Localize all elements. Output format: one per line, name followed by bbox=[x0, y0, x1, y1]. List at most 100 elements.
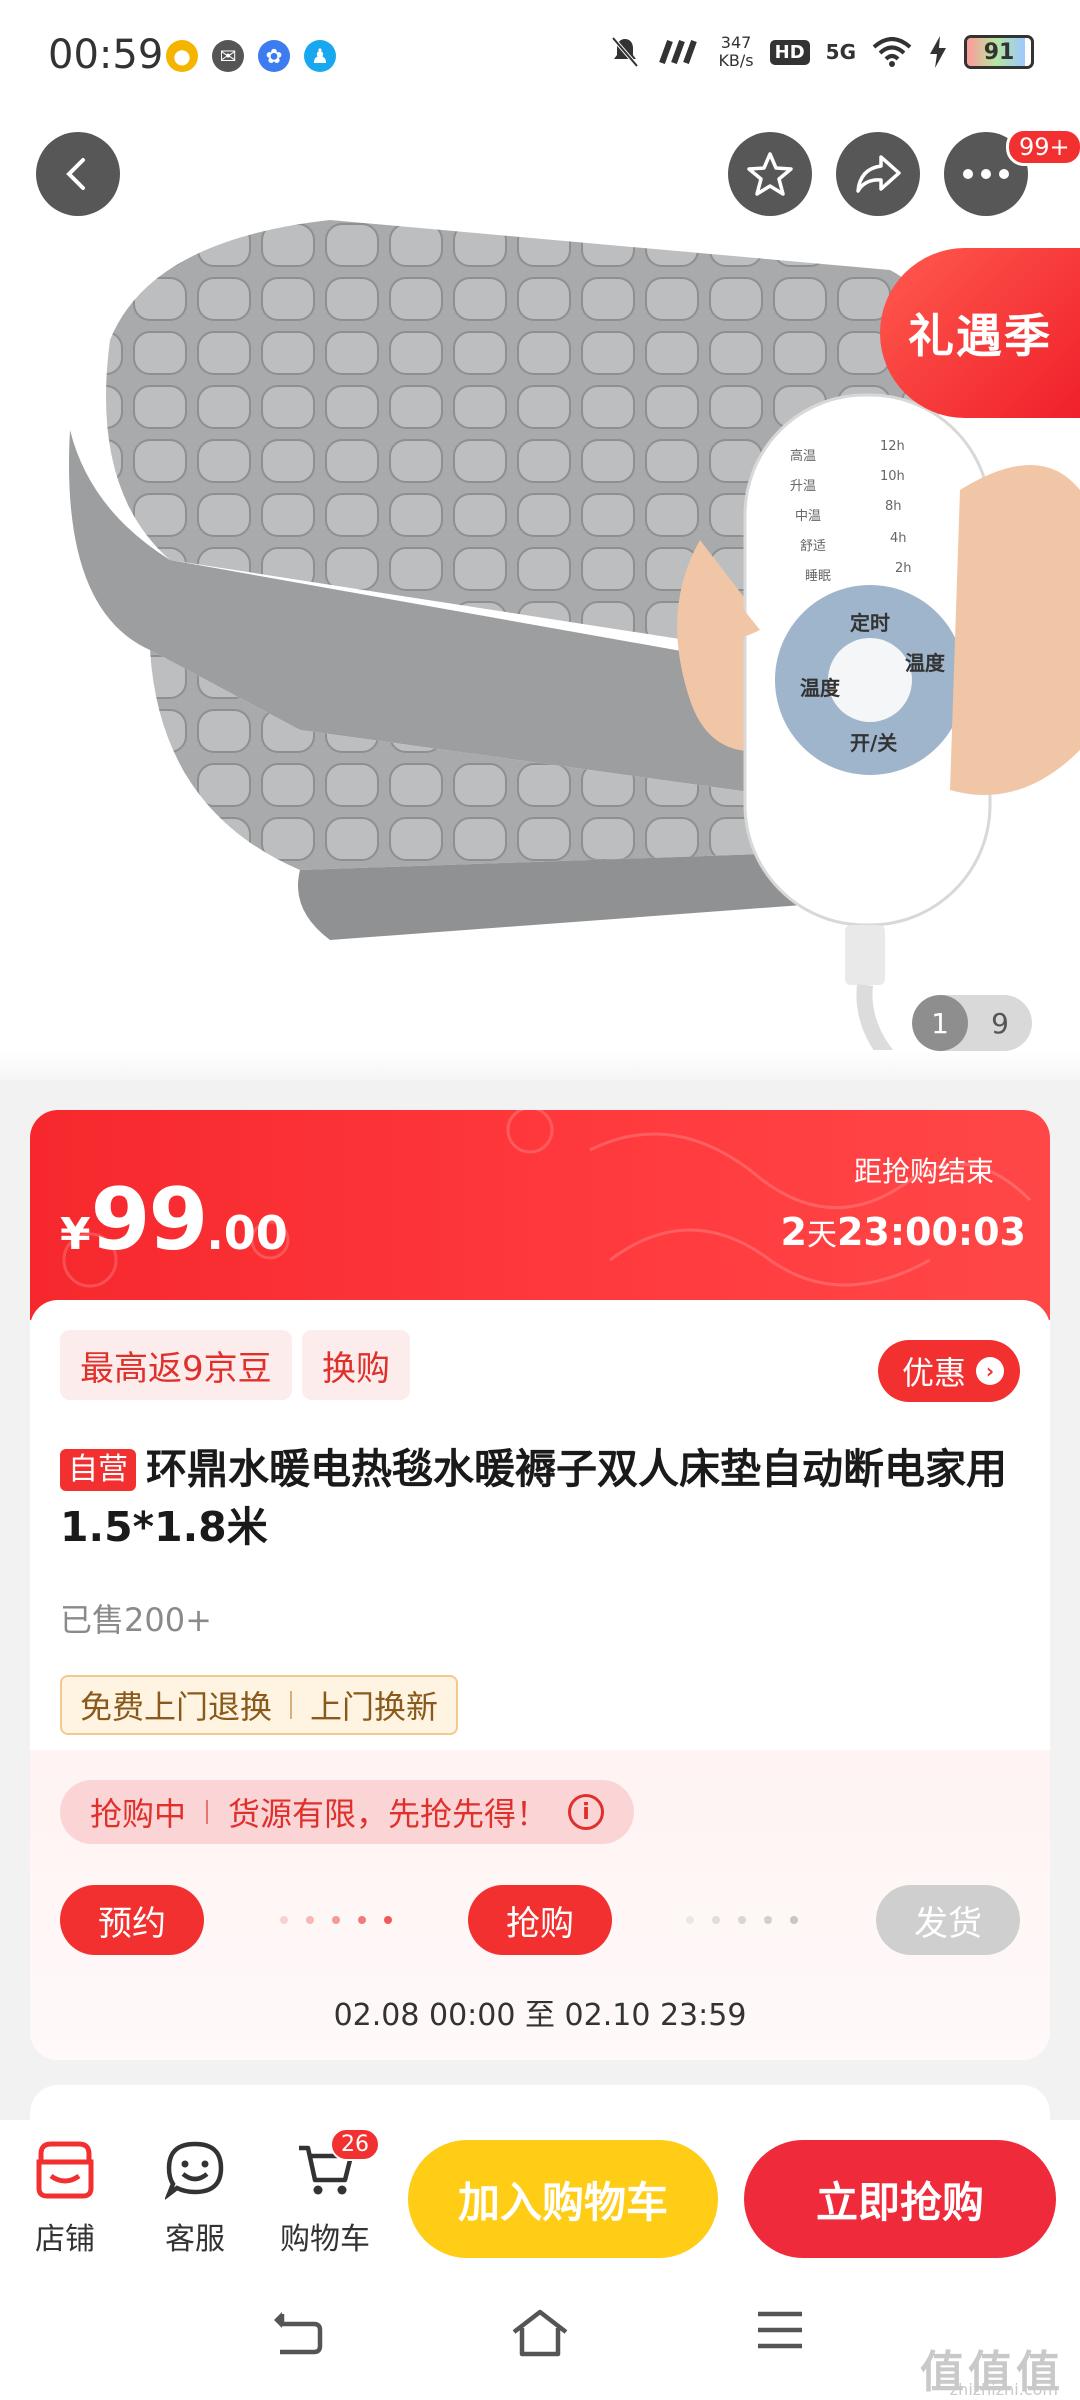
image-total-count: 9 bbox=[991, 1006, 1009, 1040]
wifi-icon bbox=[872, 37, 912, 67]
paw-app-icon: ✿ bbox=[258, 40, 290, 72]
product-title-text: 环鼎水暖电热毯水暖褥子双人床垫自动断电家用1.5*1.8米 bbox=[60, 1445, 1007, 1551]
flash-sale-progress: 抢购中 货源有限，先抢先得！ i 预约 抢购 发货 02.08 00:00 至 … bbox=[30, 1750, 1050, 2060]
price-integer: 99 bbox=[90, 1170, 209, 1270]
free-return-service: 免费上门退换 bbox=[80, 1688, 273, 1726]
favorite-button[interactable] bbox=[728, 132, 812, 216]
battery-icon: 91 bbox=[964, 35, 1034, 69]
status-indicators: 347 KB/s HD 5G 91 bbox=[610, 34, 1034, 70]
flash-sale-banner: ¥99.00 距抢购结束 2天23:00:03 bbox=[30, 1110, 1050, 1320]
image-current-index: 1 bbox=[912, 995, 968, 1051]
product-info-card: ¥99.00 距抢购结束 2天23:00:03 最高返9京豆 换购 优惠 › 自… bbox=[30, 1110, 1050, 2060]
self-operated-badge: 自营 bbox=[60, 1449, 136, 1491]
back-arrow-icon bbox=[66, 158, 85, 190]
cart-button[interactable]: 26 购物车 bbox=[270, 2128, 380, 2258]
svg-text:10h: 10h bbox=[880, 469, 905, 484]
exchange-purchase-tag[interactable]: 换购 bbox=[302, 1330, 410, 1400]
nav-back-icon[interactable] bbox=[270, 2308, 326, 2358]
buy-now-button[interactable]: 立即抢购 bbox=[744, 2140, 1056, 2258]
flash-divider bbox=[206, 1800, 209, 1824]
product-title: 自营 环鼎水暖电热毯水暖褥子双人床垫自动断电家用1.5*1.8米 bbox=[60, 1440, 1010, 1556]
svg-text:睡眠: 睡眠 bbox=[805, 569, 831, 584]
share-button[interactable] bbox=[836, 132, 920, 216]
net-speed-value: 347 bbox=[720, 33, 752, 52]
gift-season-tag[interactable]: 礼遇季 bbox=[880, 248, 1080, 418]
product-image: 高温 12h 升温 10h 中温 8h 舒适 4h 睡眠 2h 定时 开/关 温度 温度 bbox=[69, 220, 1080, 1076]
countdown-day-unit: 天 bbox=[806, 1218, 837, 1253]
step-flash-buy: 抢购 bbox=[468, 1885, 612, 1955]
countdown-days: 2 bbox=[780, 1210, 807, 1254]
watermark-url: zhizhizhi.com bbox=[949, 2380, 1058, 2399]
back-button[interactable] bbox=[36, 132, 120, 216]
product-details: 最高返9京豆 换购 优惠 › 自营 环鼎水暖电热毯水暖褥子双人床垫自动断电家用1.… bbox=[30, 1300, 1050, 2060]
net-speed-unit: KB/s bbox=[718, 51, 754, 70]
chat-smile-icon bbox=[165, 2141, 224, 2200]
step-reserve: 预约 bbox=[60, 1885, 204, 1955]
service-guarantee-tag[interactable]: 免费上门退换 上门换新 bbox=[60, 1675, 459, 1735]
qq-icon: ♟ bbox=[304, 40, 336, 72]
customer-service-label: 客服 bbox=[165, 2222, 225, 2257]
chevron-right-icon: › bbox=[976, 1357, 1004, 1385]
svg-text:升温: 升温 bbox=[790, 479, 816, 494]
svg-text:温度: 温度 bbox=[800, 676, 841, 700]
status-time: 00:59 bbox=[48, 32, 164, 78]
svg-text:中温: 中温 bbox=[795, 509, 821, 524]
svg-text:温度: 温度 bbox=[905, 651, 946, 675]
flash-note: 货源有限，先抢先得！ bbox=[228, 1795, 549, 1833]
currency-symbol: ¥ bbox=[60, 1209, 91, 1260]
customer-service-button[interactable]: 客服 bbox=[140, 2140, 250, 2258]
charging-icon bbox=[930, 36, 946, 68]
flash-sale-period: 02.08 00:00 至 02.10 23:59 bbox=[333, 1998, 747, 2033]
share-icon bbox=[856, 155, 901, 193]
svg-text:4h: 4h bbox=[890, 531, 907, 546]
flash-sale-status-bar[interactable]: 抢购中 货源有限，先抢先得！ i bbox=[60, 1780, 635, 1844]
add-to-cart-button[interactable]: 加入购物车 bbox=[408, 2140, 718, 2258]
hero-fade bbox=[0, 1050, 1080, 1080]
flash-status: 抢购中 bbox=[90, 1795, 187, 1833]
jingdou-rebate-tag[interactable]: 最高返9京豆 bbox=[60, 1330, 292, 1400]
product-gallery[interactable]: 高温 12h 升温 10h 中温 8h 舒适 4h 睡眠 2h 定时 开/关 温度 温度 bbox=[0, 110, 1080, 1080]
svg-text:定时: 定时 bbox=[850, 611, 890, 635]
sold-count: 已售200+ bbox=[60, 1601, 212, 1639]
system-navigation-bar bbox=[0, 2270, 1080, 2400]
app-notification-icon: ● bbox=[166, 40, 198, 72]
nav-home-icon[interactable] bbox=[510, 2308, 570, 2358]
svg-text:8h: 8h bbox=[885, 499, 902, 514]
svg-text:高温: 高温 bbox=[790, 448, 816, 464]
door-replace-service: 上门换新 bbox=[310, 1688, 439, 1726]
more-dots-icon bbox=[963, 169, 1009, 179]
svg-text:开/关: 开/关 bbox=[850, 731, 897, 755]
discount-label: 优惠 bbox=[901, 1354, 966, 1392]
countdown-label: 距抢购结束 bbox=[853, 1155, 994, 1188]
svg-text:12h: 12h bbox=[880, 439, 905, 454]
countdown-timer: 2天23:00:03 bbox=[781, 1210, 1027, 1254]
info-icon: i bbox=[568, 1794, 605, 1830]
discount-button[interactable]: 优惠 › bbox=[877, 1340, 1020, 1402]
image-page-indicator: 1 9 bbox=[912, 995, 1032, 1051]
mute-bell-icon bbox=[611, 36, 639, 68]
price-decimal: .00 bbox=[206, 1206, 288, 1260]
step-dots-2 bbox=[686, 1916, 798, 1924]
nav-menu-icon[interactable] bbox=[756, 2308, 804, 2352]
wechat-icon: ✉ bbox=[212, 40, 244, 72]
store-label: 店铺 bbox=[35, 2222, 95, 2257]
svg-text:舒适: 舒适 bbox=[800, 539, 826, 554]
cart-count-badge: 26 bbox=[330, 2128, 380, 2161]
net-speed: 347 KB/s bbox=[718, 34, 753, 70]
network-type: 5G bbox=[825, 40, 856, 64]
price: ¥99.00 bbox=[60, 1170, 288, 1270]
svg-text:2h: 2h bbox=[895, 561, 912, 576]
battery-level: 91 bbox=[983, 39, 1015, 65]
store-button[interactable]: 店铺 bbox=[10, 2140, 120, 2258]
bottom-action-bar: 店铺 客服 26 购物车 加入购物车 立即抢购 bbox=[0, 2120, 1080, 2270]
step-ship: 发货 bbox=[876, 1885, 1020, 1955]
notification-icons: ● ✉ ✿ ♟ bbox=[166, 40, 336, 72]
hd-badge: HD bbox=[769, 39, 810, 65]
signal-strength-icon bbox=[659, 39, 698, 65]
star-icon bbox=[747, 152, 793, 196]
cart-label: 购物车 bbox=[280, 2222, 370, 2257]
status-bar: 00:59 ● ✉ ✿ ♟ 347 KB/s HD 5G 91 bbox=[0, 0, 1080, 110]
step-dots-1 bbox=[280, 1916, 392, 1924]
store-icon bbox=[36, 2141, 94, 2199]
message-count-badge: 99+ bbox=[1006, 128, 1080, 166]
